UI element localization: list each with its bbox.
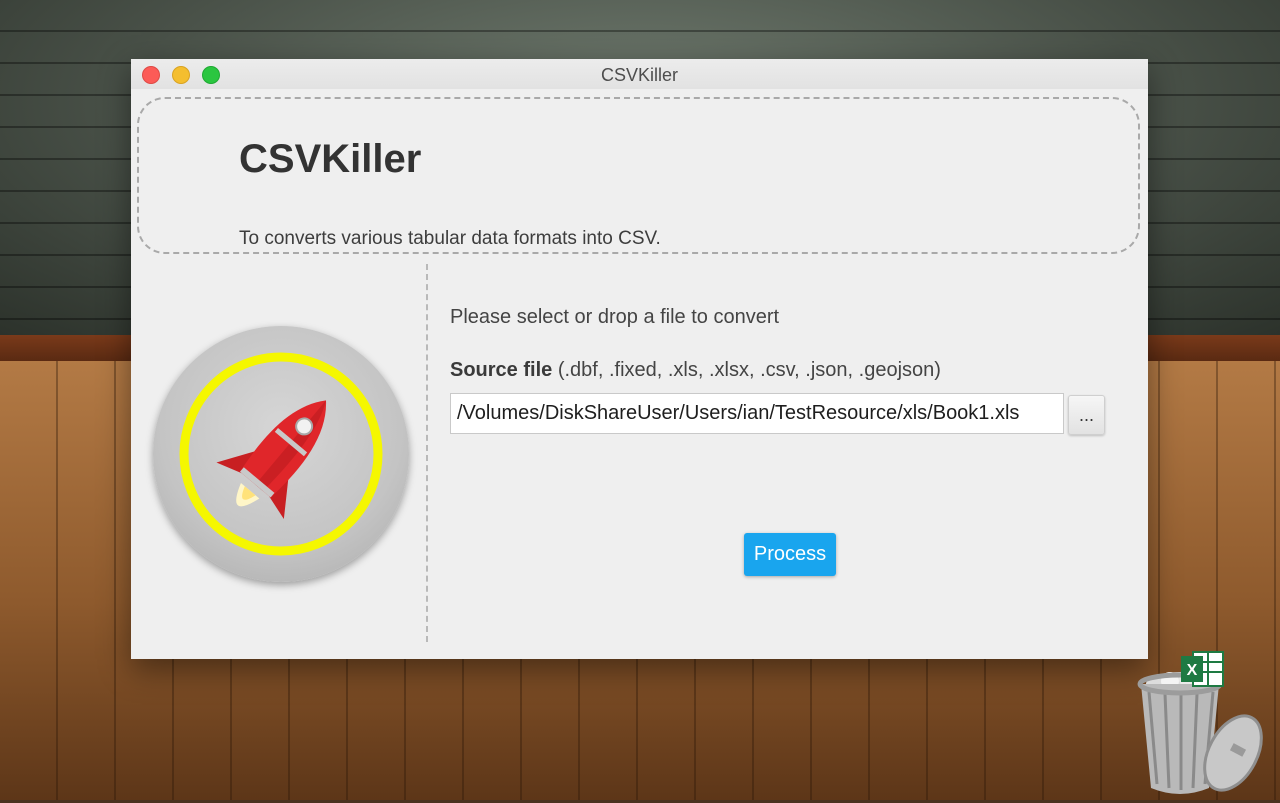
- rocket-icon: [179, 352, 383, 556]
- source-file-input[interactable]: [450, 393, 1064, 434]
- svg-text:X: X: [1187, 662, 1198, 679]
- browse-button[interactable]: ...: [1068, 395, 1105, 435]
- app-description: To converts various tabular data formats…: [239, 228, 661, 249]
- window-titlebar[interactable]: CSVKiller: [131, 59, 1148, 89]
- window-title: CSVKiller: [600, 65, 679, 85]
- source-file-label: Source file (.dbf, .fixed, .xls, .xlsx, …: [450, 359, 941, 382]
- excel-icon: X: [1181, 651, 1224, 687]
- source-file-label-text: Source file: [450, 359, 553, 381]
- drop-file-prompt: Please select or drop a file to convert: [450, 306, 780, 328]
- trash-dock-item[interactable]: X: [1135, 648, 1265, 798]
- source-file-formats: (.dbf, .fixed, .xls, .xlsx, .csv, .json,…: [552, 359, 941, 381]
- process-button[interactable]: Process: [744, 533, 836, 576]
- app-window: CSVKiller CSVKiller To converts various …: [131, 59, 1148, 659]
- app-name-heading: CSVKiller: [239, 137, 422, 181]
- rocket-logo: [153, 326, 409, 582]
- vertical-divider: [426, 264, 428, 642]
